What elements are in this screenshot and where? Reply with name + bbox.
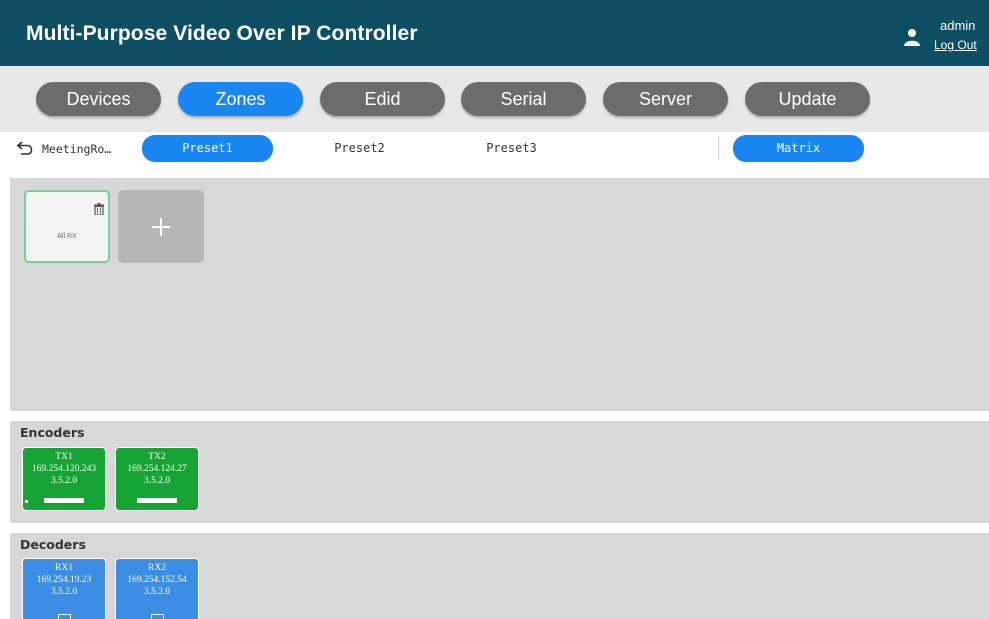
device-ip: 169.254.120.243 bbox=[31, 464, 97, 474]
subnav-divider bbox=[718, 137, 719, 160]
add-zone-group-button[interactable] bbox=[118, 190, 204, 263]
app-title: Multi-Purpose Video Over IP Controller bbox=[26, 22, 418, 45]
zone-group-label: All RX bbox=[57, 233, 77, 240]
device-ip: 169.254.124.27 bbox=[127, 464, 187, 474]
nav-serial-button[interactable]: Serial bbox=[461, 82, 586, 116]
encoders-section: Encoders TX1 169.254.120.243 3.5.2.0 TX2… bbox=[10, 421, 989, 523]
trash-icon[interactable] bbox=[94, 203, 104, 215]
decoder-card-rx2[interactable]: RX2 169.254.152.54 3.5.2.0 bbox=[115, 558, 199, 619]
user-icon bbox=[904, 29, 920, 46]
decoders-title: Decoders bbox=[20, 537, 86, 552]
decoder-card-rx1[interactable]: RX1 169.254.19.23 3.5.2.0 bbox=[22, 558, 106, 619]
preset-tab-3[interactable]: Preset3 bbox=[446, 135, 577, 162]
preset-tab-1[interactable]: Preset1 bbox=[142, 135, 273, 162]
display-icon bbox=[58, 614, 71, 619]
matrix-button[interactable]: Matrix bbox=[733, 135, 864, 162]
device-version: 3.5.2.0 bbox=[50, 476, 78, 486]
signal-bar-icon bbox=[44, 498, 84, 503]
device-name: TX1 bbox=[55, 452, 73, 462]
nav-edid-button[interactable]: Edid bbox=[320, 82, 445, 116]
device-version: 3.5.2.0 bbox=[143, 476, 171, 486]
main-nav: Devices Zones Edid Serial Server Update bbox=[0, 66, 989, 132]
current-zone-name[interactable]: MeetingRo… bbox=[42, 142, 111, 156]
device-ip: 169.254.19.23 bbox=[36, 575, 92, 585]
preset-tab-2[interactable]: Preset2 bbox=[294, 135, 425, 162]
device-version: 3.5.2.0 bbox=[50, 587, 78, 597]
nav-zones-button[interactable]: Zones bbox=[178, 82, 303, 116]
device-name: RX2 bbox=[148, 563, 166, 573]
back-arrow-icon[interactable] bbox=[17, 141, 33, 155]
app-header: Multi-Purpose Video Over IP Controller a… bbox=[0, 0, 989, 66]
device-name: RX1 bbox=[55, 563, 73, 573]
zone-group-card[interactable]: All RX bbox=[24, 190, 110, 263]
signal-bar-icon bbox=[137, 498, 177, 503]
zone-groups-panel: All RX bbox=[10, 178, 989, 411]
encoder-card-tx2[interactable]: TX2 169.254.124.27 3.5.2.0 bbox=[115, 447, 199, 511]
zone-subnav: MeetingRo… Preset1 Preset2 Preset3 Matri… bbox=[0, 132, 989, 165]
encoders-title: Encoders bbox=[20, 425, 85, 440]
username-label: admin bbox=[940, 18, 976, 33]
status-dot bbox=[25, 500, 28, 503]
logout-link[interactable]: Log Out bbox=[934, 38, 977, 52]
plus-icon bbox=[152, 218, 170, 236]
encoder-card-tx1[interactable]: TX1 169.254.120.243 3.5.2.0 bbox=[22, 447, 106, 511]
nav-server-button[interactable]: Server bbox=[603, 82, 728, 116]
device-name: TX2 bbox=[148, 452, 166, 462]
device-ip: 169.254.152.54 bbox=[127, 575, 187, 585]
device-version: 3.5.2.0 bbox=[143, 587, 171, 597]
display-icon bbox=[151, 614, 164, 619]
nav-update-button[interactable]: Update bbox=[745, 82, 870, 116]
nav-devices-button[interactable]: Devices bbox=[36, 82, 161, 116]
decoders-section: Decoders RX1 169.254.19.23 3.5.2.0 RX2 1… bbox=[10, 533, 989, 619]
